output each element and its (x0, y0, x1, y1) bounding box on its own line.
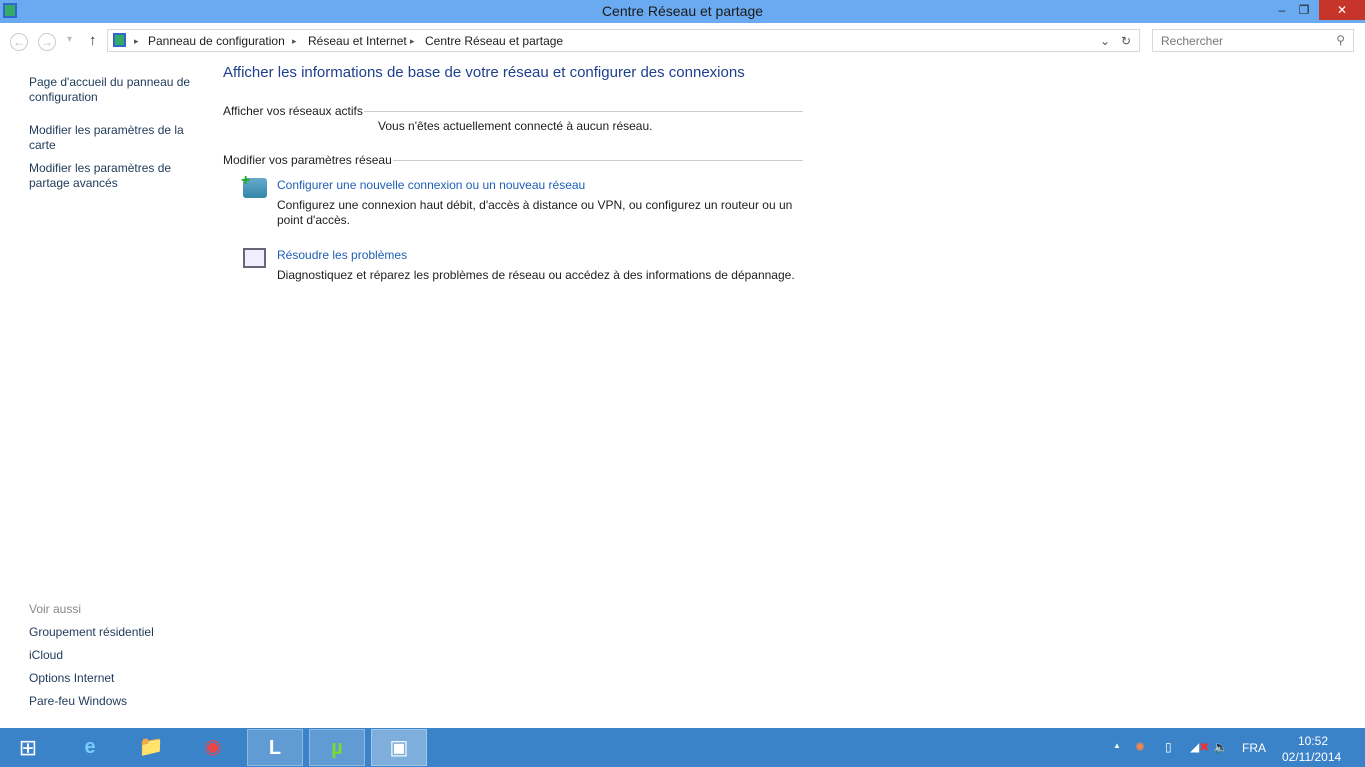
see-also-homegroup[interactable]: Groupement résidentiel (29, 625, 199, 640)
show-hidden-icons-button[interactable]: ▲ (1113, 741, 1121, 750)
recent-locations-button[interactable]: ▾ (67, 34, 72, 45)
clock-date[interactable]: 02/11/2014 (1282, 750, 1341, 764)
start-button[interactable]: ⊞ (0, 729, 56, 766)
modify-settings-heading: Modifier vos paramètres réseau (223, 153, 392, 167)
taskbar-lync[interactable]: L (247, 729, 303, 766)
search-placeholder: Rechercher (1161, 34, 1224, 48)
search-icon[interactable]: ⚲ (1336, 33, 1345, 47)
taskbar-control-panel[interactable]: ▣ (371, 729, 427, 766)
language-indicator[interactable]: FRA (1242, 741, 1266, 755)
divider (393, 160, 803, 161)
breadcrumb-reseau[interactable]: Réseau et Internet (308, 34, 407, 48)
taskbar: ⊞ e 📁 ◉ L µ ▣ ▲ ✺ ▯ ◢✖ 🔈 FRA 10:52 02/11… (0, 728, 1365, 767)
active-networks-heading: Afficher vos réseaux actifs (223, 104, 363, 118)
location-icon (113, 33, 126, 47)
troubleshoot-link[interactable]: Résoudre les problèmes (277, 248, 407, 262)
window-title: Centre Réseau et partage (601, 3, 764, 19)
volume-icon[interactable]: 🔈 (1213, 740, 1228, 754)
not-connected-text: Vous n'êtes actuellement connecté à aucu… (378, 119, 653, 133)
new-connection-description: Configurez une connexion haut débit, d'a… (277, 198, 793, 227)
address-dropdown-button[interactable]: ⌄ (1100, 34, 1110, 48)
breadcrumb-panneau[interactable]: Panneau de configuration (148, 34, 285, 48)
see-also-internet-options[interactable]: Options Internet (29, 671, 199, 686)
title-bar: Centre Réseau et partage – ❐ ✕ (0, 0, 1365, 23)
clock-time[interactable]: 10:52 (1298, 734, 1328, 748)
taskbar-chrome[interactable]: ◉ (185, 729, 241, 766)
page-title: Afficher les informations de base de vot… (223, 64, 745, 81)
battery-icon[interactable]: ▯ (1165, 740, 1172, 754)
divider (364, 111, 803, 112)
taskbar-explorer[interactable]: 📁 (123, 729, 179, 766)
new-connection-link[interactable]: Configurer une nouvelle connexion ou un … (277, 178, 585, 192)
troubleshoot-description: Diagnostiquez et réparez les problèmes d… (277, 268, 795, 282)
see-also-heading: Voir aussi (29, 602, 82, 616)
address-bar[interactable]: ▸ Panneau de configuration ▸ Réseau et I… (107, 29, 1140, 52)
breadcrumb-separator: ▸ (292, 36, 297, 46)
taskbar-utorrent[interactable]: µ (309, 729, 365, 766)
close-button[interactable]: ✕ (1319, 0, 1365, 20)
search-input[interactable]: Rechercher ⚲ (1152, 29, 1354, 52)
restore-button[interactable]: ❐ (1290, 0, 1318, 20)
sidebar-item-home[interactable]: Page d'accueil du panneau de configurati… (29, 75, 199, 105)
see-also-icloud[interactable]: iCloud (29, 648, 199, 663)
sidebar-item-sharing[interactable]: Modifier les paramètres de partage avanc… (29, 161, 179, 191)
breadcrumb-separator: ▸ (410, 36, 415, 46)
breadcrumb-centre[interactable]: Centre Réseau et partage (425, 34, 563, 48)
new-connection-icon: + (241, 172, 267, 198)
tray-app-icon[interactable]: ✺ (1135, 740, 1145, 754)
back-button[interactable]: ← (10, 33, 28, 51)
network-disconnected-icon[interactable]: ◢✖ (1190, 740, 1209, 754)
forward-button[interactable]: → (38, 33, 56, 51)
refresh-button[interactable]: ↻ (1121, 34, 1131, 48)
sidebar-item-adapter[interactable]: Modifier les paramètres de la carte (29, 123, 189, 153)
taskbar-ie[interactable]: e (62, 729, 118, 766)
breadcrumb-separator: ▸ (134, 36, 139, 46)
troubleshoot-icon (243, 248, 266, 268)
see-also-firewall[interactable]: Pare-feu Windows (29, 694, 199, 709)
up-button[interactable]: ↑ (89, 32, 97, 49)
